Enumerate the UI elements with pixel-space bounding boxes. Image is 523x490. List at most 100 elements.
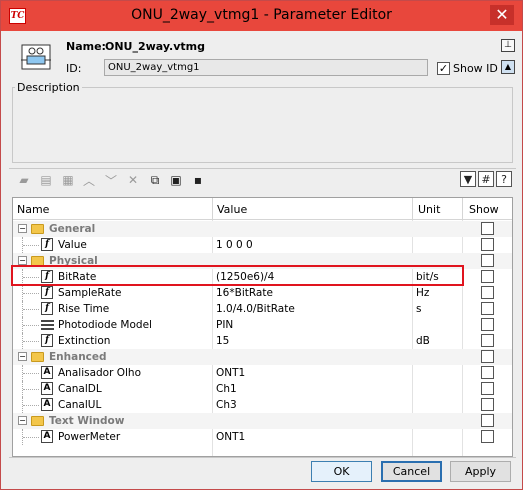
- param-value[interactable]: 15: [216, 334, 229, 348]
- tree-branch: [23, 325, 39, 326]
- param-name: Analisador Olho: [58, 367, 142, 379]
- table-row[interactable]: Photodiode Model PIN: [13, 317, 512, 333]
- group-label: General: [49, 223, 96, 235]
- footer-separator: [9, 457, 516, 458]
- table-row[interactable]: A PowerMeter ONT1: [13, 429, 512, 445]
- param-value[interactable]: ONT1: [216, 430, 245, 444]
- show-id-checkbox[interactable]: ✓: [437, 62, 450, 75]
- show-checkbox[interactable]: [481, 286, 494, 299]
- table-row[interactable]: A CanalUL Ch3: [13, 397, 512, 413]
- tree-branch: [23, 389, 39, 390]
- cancel-button[interactable]: Cancel: [381, 461, 442, 482]
- folder-icon: [31, 352, 44, 362]
- show-checkbox[interactable]: [481, 350, 494, 363]
- group-row[interactable]: − General: [13, 221, 512, 237]
- parameter-editor-window: TC ONU_2way_vtmg1 - Parameter Editor ✕ N…: [0, 0, 523, 490]
- param-name: Photodiode Model: [58, 319, 152, 331]
- column-name[interactable]: Name: [17, 203, 49, 216]
- function-parameter-icon: f: [41, 334, 53, 347]
- column-unit[interactable]: Unit: [418, 203, 440, 216]
- tree-branch: [23, 309, 39, 310]
- show-checkbox[interactable]: [481, 398, 494, 411]
- function-parameter-icon: f: [41, 238, 53, 251]
- show-checkbox[interactable]: [481, 238, 494, 251]
- param-unit: dB: [416, 335, 430, 347]
- param-name: PowerMeter: [58, 431, 121, 443]
- table-header: Name Value Unit Show: [13, 198, 512, 220]
- group-label: Text Window: [49, 415, 125, 427]
- collapse-icon[interactable]: −: [18, 352, 27, 361]
- show-id-label[interactable]: Show ID: [453, 62, 498, 75]
- show-checkbox[interactable]: [481, 254, 494, 267]
- description-box[interactable]: [12, 87, 513, 163]
- delete-icon[interactable]: ✕: [124, 172, 142, 188]
- collapse-icon[interactable]: −: [18, 224, 27, 233]
- show-checkbox[interactable]: [481, 430, 494, 443]
- filter-icon[interactable]: ▼: [460, 171, 476, 187]
- help-icon[interactable]: ?: [496, 171, 512, 187]
- param-value[interactable]: 16*BitRate: [216, 286, 273, 300]
- close-button[interactable]: ✕: [490, 5, 514, 25]
- description-label: Description: [15, 81, 82, 94]
- move-down-icon[interactable]: ﹀: [102, 172, 120, 188]
- show-checkbox[interactable]: [481, 270, 494, 283]
- table-row[interactable]: A Analisador Olho ONT1: [13, 365, 512, 381]
- group-row[interactable]: − Enhanced: [13, 349, 512, 365]
- grid-icon[interactable]: #: [478, 171, 494, 187]
- ok-button[interactable]: OK: [311, 461, 372, 482]
- parameter-table[interactable]: Name Value Unit Show − General f Value 1 0 0…: [12, 197, 513, 457]
- collapse-icon[interactable]: −: [18, 416, 27, 425]
- tree-branch: [23, 437, 39, 438]
- add-folder-icon[interactable]: ▰: [15, 172, 33, 188]
- param-name: CanalUL: [58, 399, 102, 411]
- column-value[interactable]: Value: [217, 203, 247, 216]
- component-icon: [21, 44, 51, 70]
- show-checkbox[interactable]: [481, 382, 494, 395]
- tree-branch: [23, 373, 39, 374]
- table-row[interactable]: A CanalDL Ch1: [13, 381, 512, 397]
- group-label: Enhanced: [49, 351, 107, 363]
- move-up-icon[interactable]: ︿: [80, 172, 98, 188]
- show-checkbox[interactable]: [481, 414, 494, 427]
- column-show[interactable]: Show: [469, 203, 499, 216]
- param-value[interactable]: 1 0 0 0: [216, 238, 253, 252]
- list-parameter-icon: [41, 320, 54, 330]
- show-checkbox[interactable]: [481, 318, 494, 331]
- param-name: CanalDL: [58, 383, 102, 395]
- text-parameter-icon: A: [41, 430, 53, 443]
- add-parameter-icon[interactable]: ▤: [37, 172, 55, 188]
- collapse-icon[interactable]: −: [18, 256, 27, 265]
- table-row[interactable]: f Extinction 15 dB: [13, 333, 512, 349]
- param-unit: s: [416, 303, 422, 315]
- tree-branch: [23, 293, 39, 294]
- text-parameter-icon: A: [41, 366, 53, 379]
- group-row[interactable]: − Text Window: [13, 413, 512, 429]
- toolbar-separator: [9, 168, 516, 169]
- show-checkbox[interactable]: [481, 302, 494, 315]
- title-bar[interactable]: TC ONU_2way_vtmg1 - Parameter Editor ✕: [1, 1, 522, 31]
- pin-icon[interactable]: ⊥: [501, 39, 515, 52]
- tree-branch: [23, 405, 39, 406]
- param-value[interactable]: 1.0/4.0/BitRate: [216, 302, 295, 316]
- save-icon[interactable]: ▪: [189, 172, 207, 188]
- collapse-up-icon[interactable]: ▲: [501, 60, 515, 74]
- param-value[interactable]: ONT1: [216, 366, 245, 380]
- table-row[interactable]: f SampleRate 16*BitRate Hz: [13, 285, 512, 301]
- show-checkbox[interactable]: [481, 222, 494, 235]
- table-row[interactable]: f Rise Time 1.0/4.0/BitRate s: [13, 301, 512, 317]
- name-value: ONU_2way.vtmg: [105, 40, 205, 53]
- window-title: ONU_2way_vtmg1 - Parameter Editor: [131, 7, 392, 23]
- id-field[interactable]: ONU_2way_vtmg1: [104, 59, 428, 76]
- paste-icon[interactable]: ▣: [167, 172, 185, 188]
- apply-button[interactable]: Apply: [450, 461, 511, 482]
- param-name: SampleRate: [58, 287, 122, 299]
- copy-icon[interactable]: ⧉: [146, 172, 164, 188]
- param-value[interactable]: PIN: [216, 318, 233, 332]
- show-checkbox[interactable]: [481, 366, 494, 379]
- param-value[interactable]: Ch1: [216, 382, 237, 396]
- function-parameter-icon: f: [41, 302, 53, 315]
- table-row[interactable]: f Value 1 0 0 0: [13, 237, 512, 253]
- add-group-icon[interactable]: ▦: [59, 172, 77, 188]
- show-checkbox[interactable]: [481, 334, 494, 347]
- param-value[interactable]: Ch3: [216, 398, 237, 412]
